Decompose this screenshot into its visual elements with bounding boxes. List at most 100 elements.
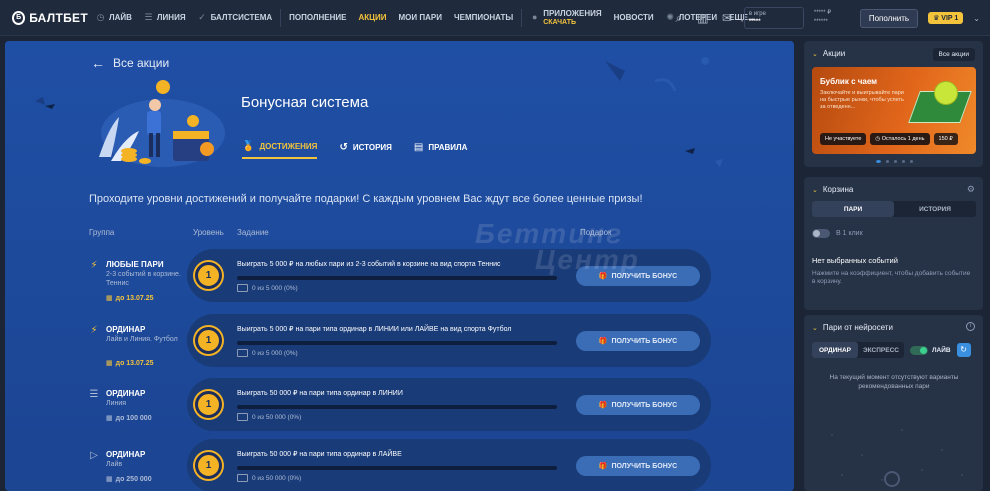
logo-text: БАЛТБЕТ	[29, 10, 88, 25]
progress-bar	[237, 276, 557, 280]
get-bonus-button[interactable]: 🎁 ПОЛУЧИТЬ БОНУС	[576, 331, 700, 351]
group-name: ОРДИНАР	[106, 389, 146, 398]
info-icon[interactable]: i	[966, 322, 975, 331]
group-deadline: ▦ до 250 000	[106, 475, 152, 484]
gift-icon: 🎁	[598, 402, 608, 409]
column-header-group: Группа	[89, 228, 115, 237]
toggle-switch[interactable]	[910, 345, 928, 355]
achievement-row: ☰ ОРДИНАР Линия ▦ до 100 000 1 Выиграть 50 000…	[89, 378, 711, 431]
nav-news[interactable]: НОВОСТИ	[614, 13, 654, 22]
tab-slip-history[interactable]: ИСТОРИЯ	[894, 201, 976, 217]
lines-icon: ☰	[89, 389, 99, 400]
vip-badge[interactable]: ♛ VIP 1	[928, 12, 964, 24]
bet-slip-header[interactable]: ⌄ Корзина	[812, 185, 853, 194]
tab-rules[interactable]: ▤ ПРАВИЛА	[414, 141, 468, 159]
achievement-row: ▷ ОРДИНАР Лайв ▦ до 250 000 1 Выиграть 50 000 …	[89, 439, 711, 491]
achievement-card: 1 Выиграть 50 000 ₽ на пари типа ординар …	[187, 439, 711, 491]
bonus-system-panel: ← Все акции Бонусная система 🏅 ДОСТИЖЕНИЯ…	[5, 41, 794, 491]
participation-status: Не участвуете	[820, 133, 867, 145]
promotions-header[interactable]: ⌄ Акции	[812, 49, 845, 58]
gift-icon: 🎁	[598, 463, 608, 470]
group-name: ОРДИНАР	[106, 325, 146, 334]
nav-line[interactable]: ☰ ЛИНИЯ	[144, 12, 185, 23]
ticket-icon	[237, 284, 248, 292]
column-header-task: Задание	[237, 228, 269, 237]
time-left: ◷ Осталось 1 день	[870, 133, 930, 145]
bonus-tabs: 🏅 ДОСТИЖЕНИЯ ↺ ИСТОРИЯ ▤ ПРАВИЛА	[242, 141, 467, 159]
task-description: Выиграть 5 000 ₽ на любых пари из 2-3 со…	[237, 261, 501, 268]
mail-icon[interactable]: ✉	[720, 11, 734, 25]
page-subtitle: Проходите уровни достижений и получайте …	[89, 193, 643, 205]
calendar-icon: ▦	[106, 295, 113, 302]
nav-championships[interactable]: ЧЕМПИОНАТЫ	[454, 13, 513, 22]
group-description: 2-3 событий в корзине. Теннис	[106, 271, 181, 287]
chevron-down-icon: ⌄	[812, 186, 818, 194]
progress-bar	[237, 466, 557, 470]
ticket-icon	[237, 349, 248, 357]
ticket-icon	[237, 413, 248, 421]
carousel-dots[interactable]	[876, 160, 913, 163]
crown-icon: ♛	[933, 15, 940, 22]
nav-apps[interactable]: ● ПРИЛОЖЕНИЯ СКАЧАТЬ	[530, 9, 602, 27]
tab-achievements[interactable]: 🏅 ДОСТИЖЕНИЯ	[242, 141, 318, 159]
tab-express[interactable]: ЭКСПРЕСС	[858, 342, 904, 358]
watermark: Беттинг Центр	[475, 218, 640, 275]
nav-my-bets[interactable]: МОИ ПАРИ	[399, 13, 442, 22]
ticket-icon	[237, 474, 248, 482]
group-name: ЛЮБЫЕ ПАРИ	[106, 260, 164, 269]
toggle-switch[interactable]	[812, 229, 830, 238]
balance-box[interactable]: в игре *****	[743, 7, 804, 29]
nav-system[interactable]: ✓ БАЛТСИСТЕМА	[198, 13, 272, 23]
chevron-down-icon: ⌄	[812, 50, 818, 58]
ai-bet-type-tabs: ОРДИНАР ЭКСПРЕСС	[812, 342, 904, 358]
task-description: Выиграть 50 000 ₽ на пари типа ординар в…	[237, 390, 403, 397]
progress-text: 0 из 50 000 (0%)	[237, 474, 301, 482]
all-promotions-button[interactable]: Все акции	[932, 48, 975, 61]
logo[interactable]: Б БАЛТБЕТ	[0, 10, 88, 25]
tab-bets[interactable]: ПАРИ	[812, 201, 894, 217]
chevron-down-icon: ⌄	[812, 324, 818, 332]
nav-deposit[interactable]: ПОПОЛНЕНИЕ	[289, 13, 346, 22]
progress-text: 0 из 5 000 (0%)	[237, 349, 298, 357]
group-deadline: ▦ до 100 000	[106, 414, 152, 423]
stats-icon[interactable]: ▥	[696, 11, 710, 25]
chevron-down-icon[interactable]: ⌄	[973, 14, 980, 23]
search-icon[interactable]: ⌕	[672, 11, 686, 25]
level-badge: 1	[195, 391, 222, 418]
get-bonus-button[interactable]: 🎁 ПОЛУЧИТЬ БОНУС	[576, 456, 700, 476]
progress-bar	[237, 341, 557, 345]
group-description: Лайв	[106, 461, 123, 468]
achievement-card: 1 Выиграть 5 000 ₽ на пари типа ординар в…	[187, 314, 711, 367]
ai-empty-text: На текущий момент отсутствуют варианты р…	[829, 374, 959, 390]
progress-text: 0 из 5 000 (0%)	[237, 284, 298, 292]
lines-icon: ☰	[144, 12, 153, 22]
nav-live[interactable]: ◷ ЛАЙВ	[96, 13, 132, 23]
tab-history[interactable]: ↺ ИСТОРИЯ	[339, 141, 391, 159]
promo-card[interactable]: Бублик с чаем Заключайте и выигрывайте п…	[812, 67, 976, 154]
top-navigation: Б БАЛТБЕТ ◷ ЛАЙВ ☰ ЛИНИЯ ✓ БАЛТСИСТЕМА ПОПО…	[0, 0, 990, 36]
promotions-widget: ⌄ Акции Все акции Бублик с чаем Заключайт…	[804, 41, 983, 167]
achievement-card: 1 Выиграть 50 000 ₽ на пари типа ординар …	[187, 378, 711, 431]
progress-bar	[237, 405, 557, 409]
bonus-illustration-icon	[99, 80, 225, 167]
lightning-icon: ⚡	[90, 325, 98, 336]
calendar-icon: ▦	[106, 476, 113, 483]
group-description: Линия	[106, 400, 127, 407]
ai-bets-header[interactable]: ⌄ Пари от нейросети	[812, 323, 893, 332]
history-icon: ↺	[339, 142, 348, 153]
get-bonus-button[interactable]: 🎁 ПОЛУЧИТЬ БОНУС	[576, 395, 700, 415]
promo-prize: 150 ₽	[933, 133, 958, 145]
back-to-promotions[interactable]: ← Все акции	[91, 55, 169, 71]
tab-single[interactable]: ОРДИНАР	[812, 342, 858, 358]
live-toggle[interactable]: ЛАЙВ	[910, 345, 951, 355]
gear-icon[interactable]: ⚙	[967, 184, 975, 195]
level-badge: 1	[195, 327, 222, 354]
deposit-button[interactable]: Пополнить	[859, 8, 919, 28]
task-description: Выиграть 50 000 ₽ на пари типа ординар в…	[237, 451, 402, 458]
play-icon: ▷	[90, 450, 98, 461]
nav-promotions[interactable]: АКЦИИ	[359, 13, 387, 22]
page-title: Бонусная система	[241, 94, 369, 111]
progress-text: 0 из 50 000 (0%)	[237, 413, 301, 421]
one-click-toggle[interactable]: В 1 клик	[812, 229, 863, 238]
refresh-icon[interactable]: ↻	[956, 343, 971, 357]
